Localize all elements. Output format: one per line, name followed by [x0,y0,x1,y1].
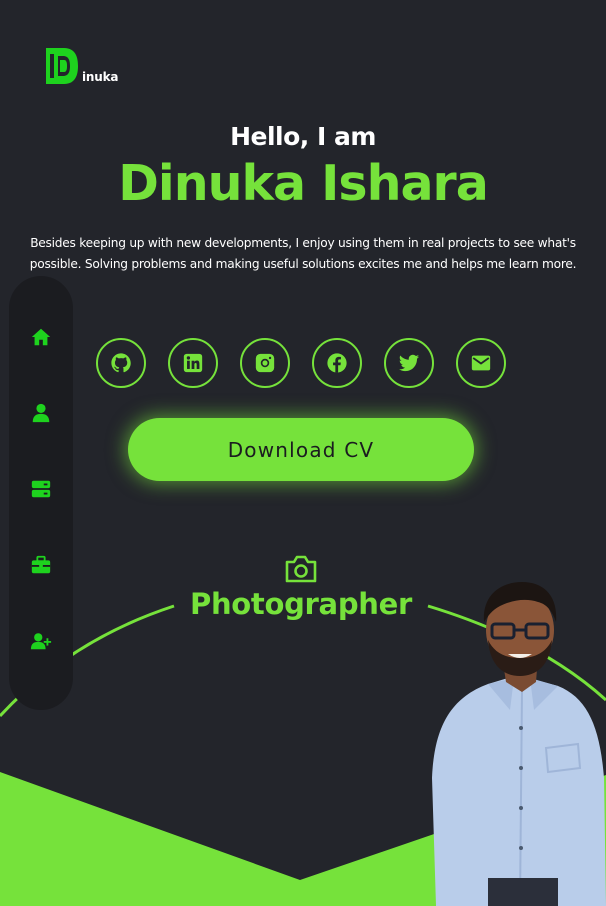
bio-text: Besides keeping up with new developments… [29,236,577,271]
download-cv-button[interactable]: Download CV [128,418,474,481]
nav-item-services[interactable] [29,477,53,501]
nav-item-contact[interactable] [29,629,53,653]
email-icon [471,355,491,371]
linkedin-icon [183,353,203,373]
twitter-icon [398,354,420,372]
name-heading: Dinuka Ishara [118,155,489,212]
instagram-icon [255,353,275,373]
user-icon [32,403,50,423]
side-navigation [9,276,73,710]
instagram-link[interactable] [240,338,290,388]
profile-photo [432,582,606,906]
facebook-link[interactable] [312,338,362,388]
brand-logo[interactable]: inuka [44,46,118,86]
email-link[interactable] [456,338,506,388]
nav-item-portfolio[interactable] [29,553,53,577]
linkedin-link[interactable] [168,338,218,388]
logo-text: inuka [82,70,119,84]
github-link[interactable] [96,338,146,388]
social-links [96,338,506,388]
github-icon [111,353,131,373]
user-plus-icon [30,633,52,650]
briefcase-icon [31,555,51,574]
server-icon [31,480,51,498]
nav-item-about[interactable] [29,401,53,425]
camera-icon [285,555,317,583]
nav-item-home[interactable] [29,325,53,349]
facebook-icon [327,353,347,373]
twitter-link[interactable] [384,338,434,388]
greeting-heading: Hello, I am [230,122,376,151]
home-icon [31,328,51,346]
portfolio-page: inuka Hello, I am Dinuka Ishara Besides … [0,0,606,906]
logo-mark-icon [46,48,78,84]
